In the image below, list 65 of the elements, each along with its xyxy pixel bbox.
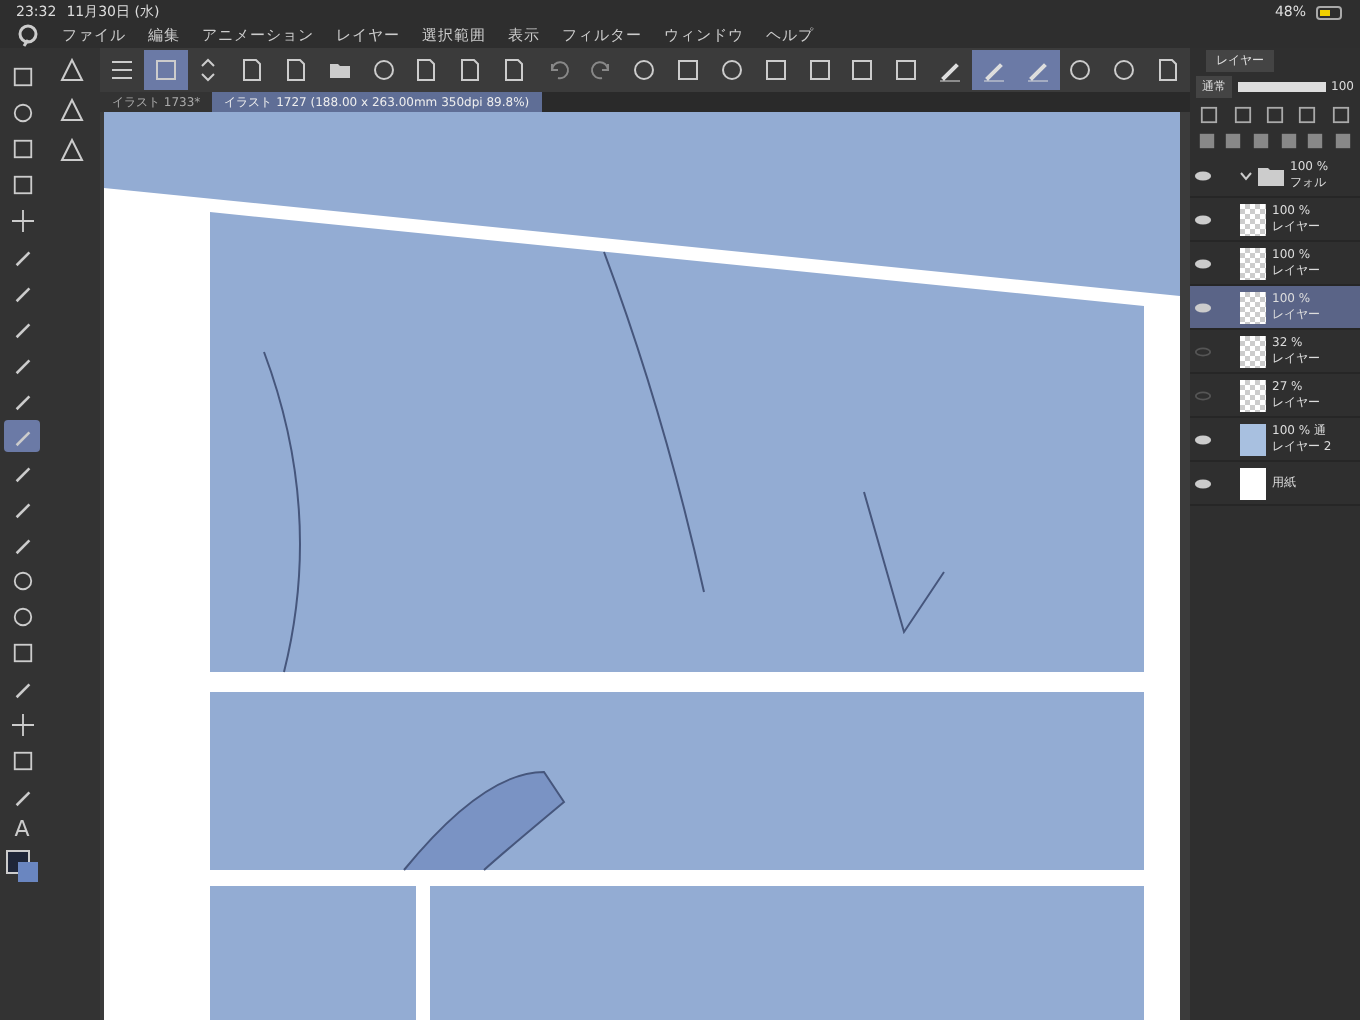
- layer-thumbnail: [1240, 203, 1266, 235]
- square-icon: [11, 641, 33, 663]
- circle-icon: [632, 58, 657, 82]
- text-tool[interactable]: A: [14, 816, 30, 842]
- eye-icon[interactable]: [1194, 213, 1212, 225]
- arrows-icon: [11, 713, 33, 735]
- square-icon[interactable]: [1224, 132, 1243, 150]
- square-icon[interactable]: [1306, 132, 1325, 150]
- opacity-slider[interactable]: [1238, 82, 1326, 92]
- layer-thumbnail: [1240, 247, 1266, 279]
- square-icon[interactable]: [1298, 106, 1317, 124]
- circle-icon: [1112, 58, 1137, 82]
- eye-icon[interactable]: [1194, 433, 1212, 445]
- square-icon: [894, 58, 919, 82]
- eye-icon[interactable]: [1194, 477, 1212, 489]
- circle-icon: [720, 58, 745, 82]
- document-icon: [458, 58, 483, 82]
- circle-icon: [11, 569, 33, 591]
- circle-icon: [371, 58, 396, 82]
- square-icon[interactable]: [1334, 132, 1353, 150]
- arrows-icon: [196, 58, 221, 82]
- square-icon: [807, 58, 832, 82]
- battery-icon: [1316, 5, 1344, 19]
- chevron-icon[interactable]: [1240, 169, 1252, 181]
- square-icon[interactable]: [1233, 106, 1252, 124]
- toolbar-button[interactable]: [971, 50, 1016, 90]
- square-icon: [11, 749, 33, 771]
- square-icon: [153, 58, 178, 82]
- menu-icon: [109, 58, 134, 82]
- eye-icon[interactable]: [1194, 301, 1212, 313]
- square-icon: [676, 58, 701, 82]
- circle-icon: [11, 101, 33, 123]
- square-icon[interactable]: [1200, 106, 1219, 124]
- layer-thumbnail: [1240, 335, 1266, 367]
- document-icon: [1156, 58, 1181, 82]
- square-icon[interactable]: [1279, 132, 1298, 150]
- redo-icon: [589, 58, 614, 82]
- document-icon: [414, 58, 439, 82]
- eye-icon[interactable]: [1194, 169, 1212, 181]
- square-icon[interactable]: [1265, 106, 1284, 124]
- square-icon[interactable]: [1252, 132, 1271, 150]
- square-icon: [850, 58, 875, 82]
- undo-icon: [545, 58, 570, 82]
- layer-thumbnail: [1240, 423, 1266, 455]
- folder-icon: [1258, 165, 1284, 185]
- layer-thumbnail: [1240, 291, 1266, 323]
- color-swatch[interactable]: [4, 850, 40, 882]
- layer-thumbnail: [1240, 379, 1266, 411]
- square-icon: [11, 65, 33, 87]
- folder-icon: [327, 58, 352, 82]
- document-icon: [240, 58, 265, 82]
- square-icon[interactable]: [1331, 106, 1350, 124]
- square-icon[interactable]: [1197, 132, 1216, 150]
- layer-thumbnail: [1240, 467, 1266, 499]
- toolbar-button[interactable]: [143, 50, 188, 90]
- circle-icon: [11, 605, 33, 627]
- arrows-icon: [11, 209, 33, 231]
- eye-icon[interactable]: [1194, 257, 1212, 269]
- app-logo-icon[interactable]: [16, 24, 40, 48]
- document-icon: [284, 58, 309, 82]
- square-icon: [11, 137, 33, 159]
- square-icon: [763, 58, 788, 82]
- circle-icon: [1068, 58, 1093, 82]
- document-icon: [502, 58, 527, 82]
- square-icon: [11, 173, 33, 195]
